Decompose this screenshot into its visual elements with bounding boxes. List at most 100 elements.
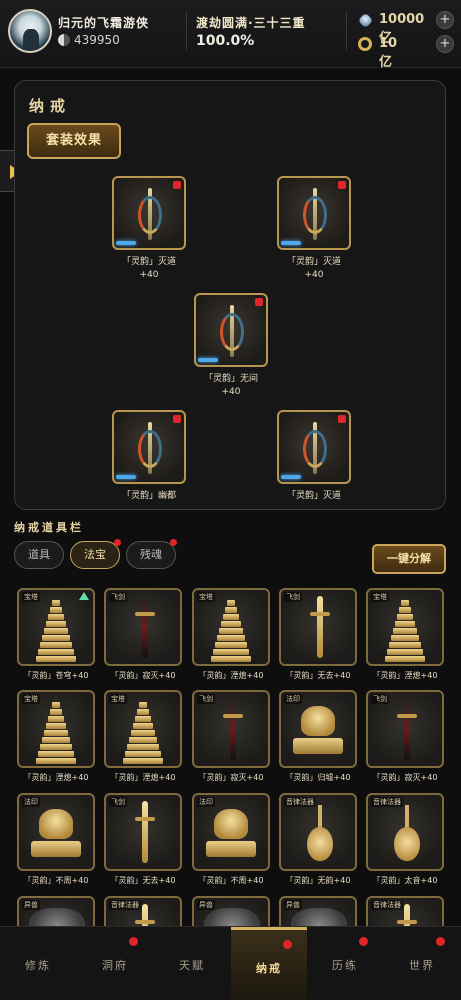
flying-sword-icon (135, 596, 155, 658)
equipment-label: 「灵韵」幽都 (94, 490, 204, 503)
serpent-icon (220, 313, 244, 351)
item-type-tag: 异兽 (284, 900, 302, 910)
add-gem-button[interactable]: + (436, 11, 454, 29)
notification-dot (338, 415, 346, 423)
notification-dot (173, 415, 181, 423)
equipment-name: 「灵韵」灭道 (286, 491, 341, 501)
coin-icon (358, 37, 372, 51)
inventory-item[interactable]: 音律法器 (279, 793, 357, 871)
nav-item[interactable]: 洞府 (77, 927, 153, 1000)
notification-dot (129, 937, 138, 946)
item-type-tag: 法印 (284, 694, 302, 704)
item-label: 「灵韵」太音+40 (372, 876, 438, 885)
tab-remnant-souls[interactable]: 残魂 (126, 539, 177, 569)
inventory-item[interactable]: 宝塔 (192, 588, 270, 666)
flying-sword-icon (135, 801, 155, 863)
item-type-tag: 法印 (197, 797, 215, 807)
item-type-tag: 宝塔 (197, 592, 215, 602)
notification-dot (170, 539, 177, 546)
equipment-slot[interactable] (277, 176, 351, 250)
nav-label: 纳戒 (256, 962, 282, 975)
item-label: 「灵韵」湮熄+40 (372, 671, 438, 680)
equipment-name: 「灵韵」无间 (203, 374, 258, 384)
equipment-label: 「灵韵」灭道 +40 (94, 256, 204, 282)
item-type-tag: 宝塔 (22, 592, 40, 602)
inventory-item[interactable]: 宝塔 (17, 588, 95, 666)
inventory-item[interactable]: 宝塔 (104, 690, 182, 768)
equipment-slot[interactable] (112, 176, 186, 250)
serpent-icon (138, 430, 162, 468)
nav-item[interactable]: 历练 (307, 927, 383, 1000)
coin-value: 10亿 (379, 36, 398, 70)
item-type-tag: 飞剑 (284, 592, 302, 602)
inventory-section-title: 纳戒道具栏 (14, 521, 84, 534)
power-value: 439950 (74, 33, 120, 47)
item-type-tag: 飞剑 (197, 694, 215, 704)
nav-item[interactable]: 修炼 (0, 927, 76, 1000)
realm-progress: 100.0% (196, 33, 255, 49)
item-type-tag: 音律法器 (109, 900, 141, 910)
level-bar (198, 358, 218, 362)
equipment-bonus: +40 (139, 270, 159, 280)
item-label: 「灵韵」无韵+40 (285, 876, 351, 885)
notification-dot (255, 298, 263, 306)
inventory-item[interactable]: 飞剑 (366, 690, 444, 768)
item-type-tag: 音律法器 (371, 900, 403, 910)
inventory-item[interactable]: 飞剑 (279, 588, 357, 666)
item-label: 「灵韵」无去+40 (285, 671, 351, 680)
equipment-label: 「灵韵」灭道 +40 (259, 256, 369, 282)
equipment-slot[interactable] (194, 293, 268, 367)
nav-label: 洞府 (102, 959, 128, 972)
nav-label: 历练 (332, 959, 358, 972)
notification-dot (436, 937, 445, 946)
top-status-bar: 归元的飞霜游侠 439950 渡劫圆满·三十三重 100.0% 10000亿 +… (0, 0, 461, 70)
equipment-slot[interactable] (112, 410, 186, 484)
equipment-slot[interactable] (277, 410, 351, 484)
nav-item[interactable]: 天赋 (154, 927, 230, 1000)
player-name: 归元的飞霜游侠 (58, 16, 150, 30)
notification-dot (359, 937, 368, 946)
item-label: 「灵韵」寂灭+40 (198, 773, 264, 782)
item-type-tag: 异兽 (197, 900, 215, 910)
avatar[interactable] (8, 9, 52, 53)
item-label: 「灵韵」不周+40 (198, 876, 264, 885)
tab-items[interactable]: 道具 (14, 541, 64, 569)
equipment-bonus: +40 (221, 387, 241, 397)
level-bar (116, 475, 136, 479)
decompose-all-button[interactable]: 一键分解 (372, 544, 446, 574)
equipment-name: 「灵韵」幽都 (121, 491, 176, 501)
set-effect-button[interactable]: 套装效果 (27, 123, 121, 159)
divider (346, 12, 347, 50)
nav-item[interactable]: 纳戒 (231, 927, 307, 1000)
inventory-item[interactable]: 飞剑 (192, 690, 270, 768)
realm-name: 渡劫圆满·三十三重 (196, 16, 306, 30)
inventory-item[interactable]: 法印 (192, 793, 270, 871)
flying-sword-icon (223, 698, 243, 760)
nav-label: 世界 (409, 959, 435, 972)
serpent-icon (303, 196, 327, 234)
item-type-tag: 法印 (22, 797, 40, 807)
inventory-item[interactable]: 法印 (279, 690, 357, 768)
inventory-item[interactable]: 飞剑 (104, 588, 182, 666)
inventory-item[interactable]: 宝塔 (17, 690, 95, 768)
item-type-tag: 飞剑 (109, 592, 127, 602)
dragon-seal-icon (293, 706, 343, 754)
inventory-item[interactable]: 飞剑 (104, 793, 182, 871)
equipment-bonus: +40 (304, 270, 324, 280)
panel-title: 纳戒 (29, 97, 72, 115)
item-type-tag: 宝塔 (22, 694, 40, 704)
item-type-tag: 宝塔 (371, 592, 389, 602)
serpent-icon (138, 196, 162, 234)
nav-item[interactable]: 世界 (384, 927, 460, 1000)
flying-sword-icon (397, 698, 417, 760)
inventory-item[interactable]: 音律法器 (366, 793, 444, 871)
bottom-navigation: 修炼 洞府 天赋 纳戒 历练 世界 (0, 926, 461, 1000)
tab-treasures[interactable]: 法宝 (70, 539, 121, 569)
inventory-item[interactable]: 宝塔 (366, 588, 444, 666)
nav-label: 天赋 (179, 959, 205, 972)
notification-dot (338, 181, 346, 189)
level-bar (281, 475, 301, 479)
add-coin-button[interactable]: + (436, 35, 454, 53)
item-label: 「灵韵」无去+40 (110, 876, 176, 885)
inventory-item[interactable]: 法印 (17, 793, 95, 871)
